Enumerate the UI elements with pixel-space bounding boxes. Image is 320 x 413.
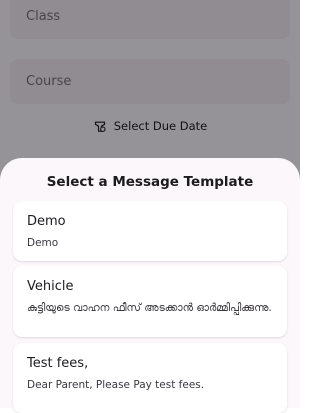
template-body: കുട്ടിയുടെ വാഹന ഫീസ് അടക്കാൻ ഓർമ്മിപ്പിക… [27,302,272,314]
sheet-title: Select a Message Template [46,174,254,190]
template-card-vehicle[interactable]: Vehicle കുട്ടിയുടെ വാഹന ഫീസ് അടക്കാൻ ഓർമ… [13,266,287,337]
template-title: Test fees, [27,356,89,371]
template-card-demo[interactable]: Demo Demo [13,201,287,261]
template-body: Dear Parent, Please Pay test fees. [27,379,205,391]
template-title: Vehicle [27,279,74,294]
template-body: Demo [27,237,59,249]
template-title: Demo [27,214,66,229]
template-card-test-fees[interactable]: Test fees, Dear Parent, Please Pay test … [13,343,287,413]
